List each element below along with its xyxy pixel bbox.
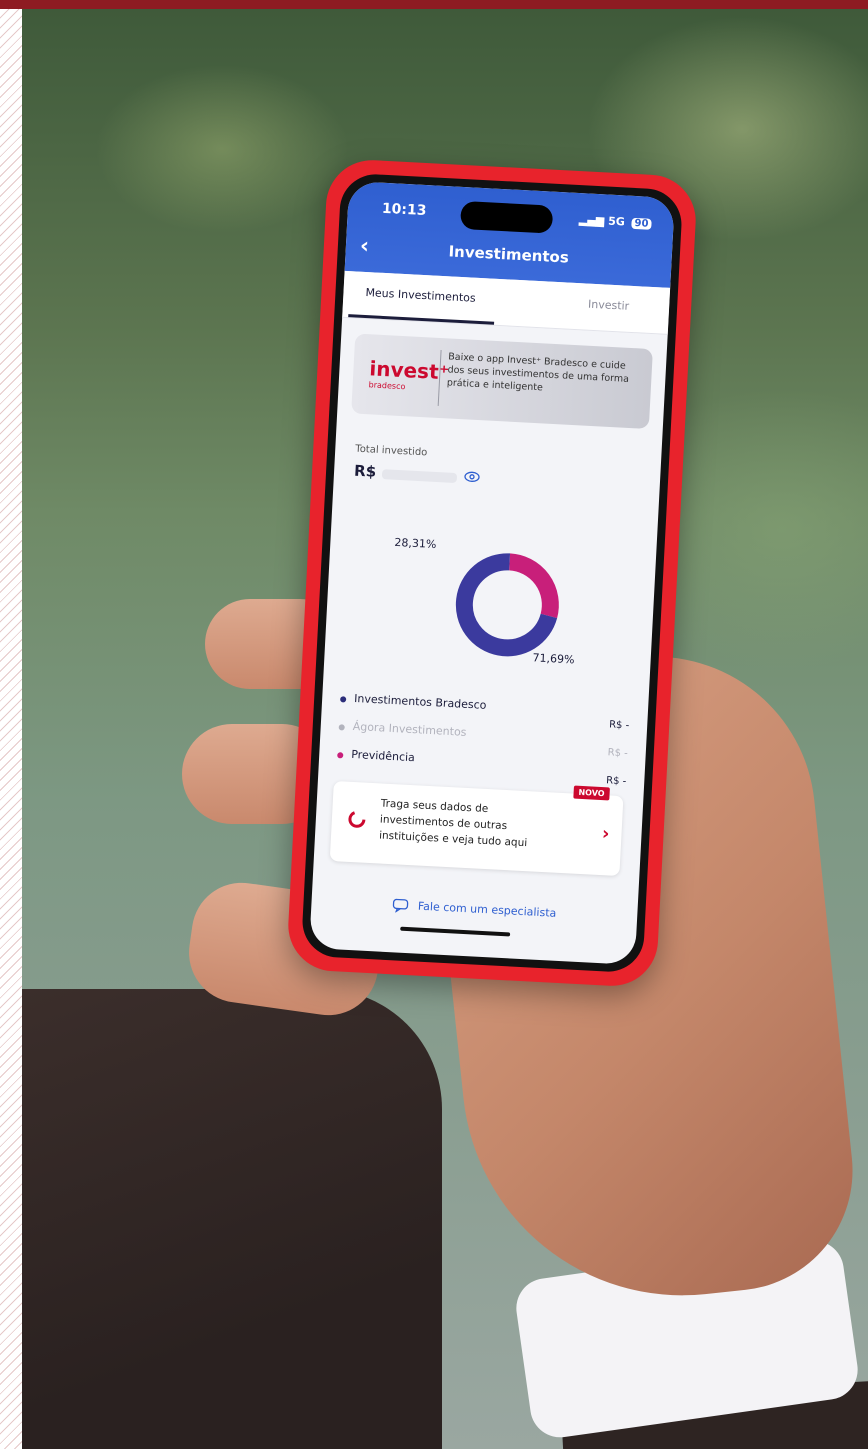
bradesco-logo-sub: bradesco bbox=[368, 380, 406, 392]
phone-bezel: 10:13 ▂▄▆ 5G 90 ‹ Investimentos Meus Inv… bbox=[300, 172, 684, 974]
total-investido-label: Total investido bbox=[355, 443, 428, 459]
tab-investir[interactable]: Investir bbox=[588, 298, 630, 313]
status-signal: ▂▄▆ 5G 90 bbox=[579, 213, 652, 230]
legend-item: Investimentos Bradesco R$ - bbox=[340, 691, 631, 731]
slice-label-2: 71,69% bbox=[532, 651, 575, 667]
legend-dot bbox=[338, 724, 345, 731]
chat-icon bbox=[392, 898, 409, 914]
hidden-balance bbox=[381, 469, 458, 484]
open-finance-icon bbox=[348, 810, 366, 828]
phone-screen: 10:13 ▂▄▆ 5G 90 ‹ Investimentos Meus Inv… bbox=[309, 180, 675, 966]
background-photo: 10:13 ▂▄▆ 5G 90 ‹ Investimentos Meus Inv… bbox=[22, 9, 868, 1449]
legend-value: R$ - bbox=[605, 775, 627, 788]
invest-plus-banner[interactable]: invest⁺ bradesco Baixe o app Invest⁺ Bra… bbox=[351, 333, 653, 430]
fale-especialista-link[interactable]: Fale com um especialista bbox=[311, 894, 637, 925]
legend-dot bbox=[337, 752, 344, 759]
allocation-chart: 28,31% 71,69% bbox=[384, 524, 632, 686]
page-title: Investimentos bbox=[448, 242, 570, 267]
suit-sleeve bbox=[22, 989, 442, 1449]
active-tab-indicator bbox=[348, 314, 495, 325]
dynamic-island bbox=[459, 200, 554, 234]
slice-label-1: 28,31% bbox=[394, 535, 437, 552]
legend-value: R$ - bbox=[608, 719, 630, 732]
battery-icon: 90 bbox=[631, 217, 652, 230]
novo-badge: NOVO bbox=[573, 785, 610, 801]
home-indicator[interactable] bbox=[400, 926, 511, 937]
fale-especialista-label: Fale com um especialista bbox=[417, 899, 557, 920]
legend-label: Ágora Investimentos bbox=[352, 719, 467, 739]
banner-text: Baixe o app Invest⁺ Bradesco e cuide dos… bbox=[446, 351, 630, 394]
legend-label: Previdência bbox=[350, 747, 416, 765]
top-accent-bar bbox=[0, 0, 868, 9]
chevron-right-icon: › bbox=[601, 823, 611, 845]
legend-item: Previdência R$ - bbox=[337, 747, 628, 787]
donut-slice bbox=[508, 553, 559, 619]
tab-meus-investimentos[interactable]: Meus Investimentos bbox=[365, 286, 476, 305]
legend-label: Investimentos Bradesco bbox=[353, 691, 487, 712]
status-time: 10:13 bbox=[381, 200, 427, 220]
signal-bars-icon: ▂▄▆ bbox=[578, 213, 605, 228]
card-text: Traga seus dados de investimentos de out… bbox=[378, 797, 528, 850]
hatched-margin bbox=[0, 9, 22, 1449]
total-currency: R$ bbox=[353, 461, 377, 481]
eye-icon[interactable] bbox=[464, 468, 481, 485]
smartphone: 10:13 ▂▄▆ 5G 90 ‹ Investimentos Meus Inv… bbox=[286, 157, 698, 989]
open-finance-card[interactable]: NOVO Traga seus dados de investimentos d… bbox=[329, 781, 624, 877]
network-label: 5G bbox=[607, 214, 626, 229]
legend-dot bbox=[340, 696, 347, 703]
legend-item: Ágora Investimentos R$ - bbox=[338, 719, 629, 759]
app-header: 10:13 ▂▄▆ 5G 90 ‹ Investimentos bbox=[344, 180, 675, 288]
legend-value: R$ - bbox=[607, 747, 629, 760]
